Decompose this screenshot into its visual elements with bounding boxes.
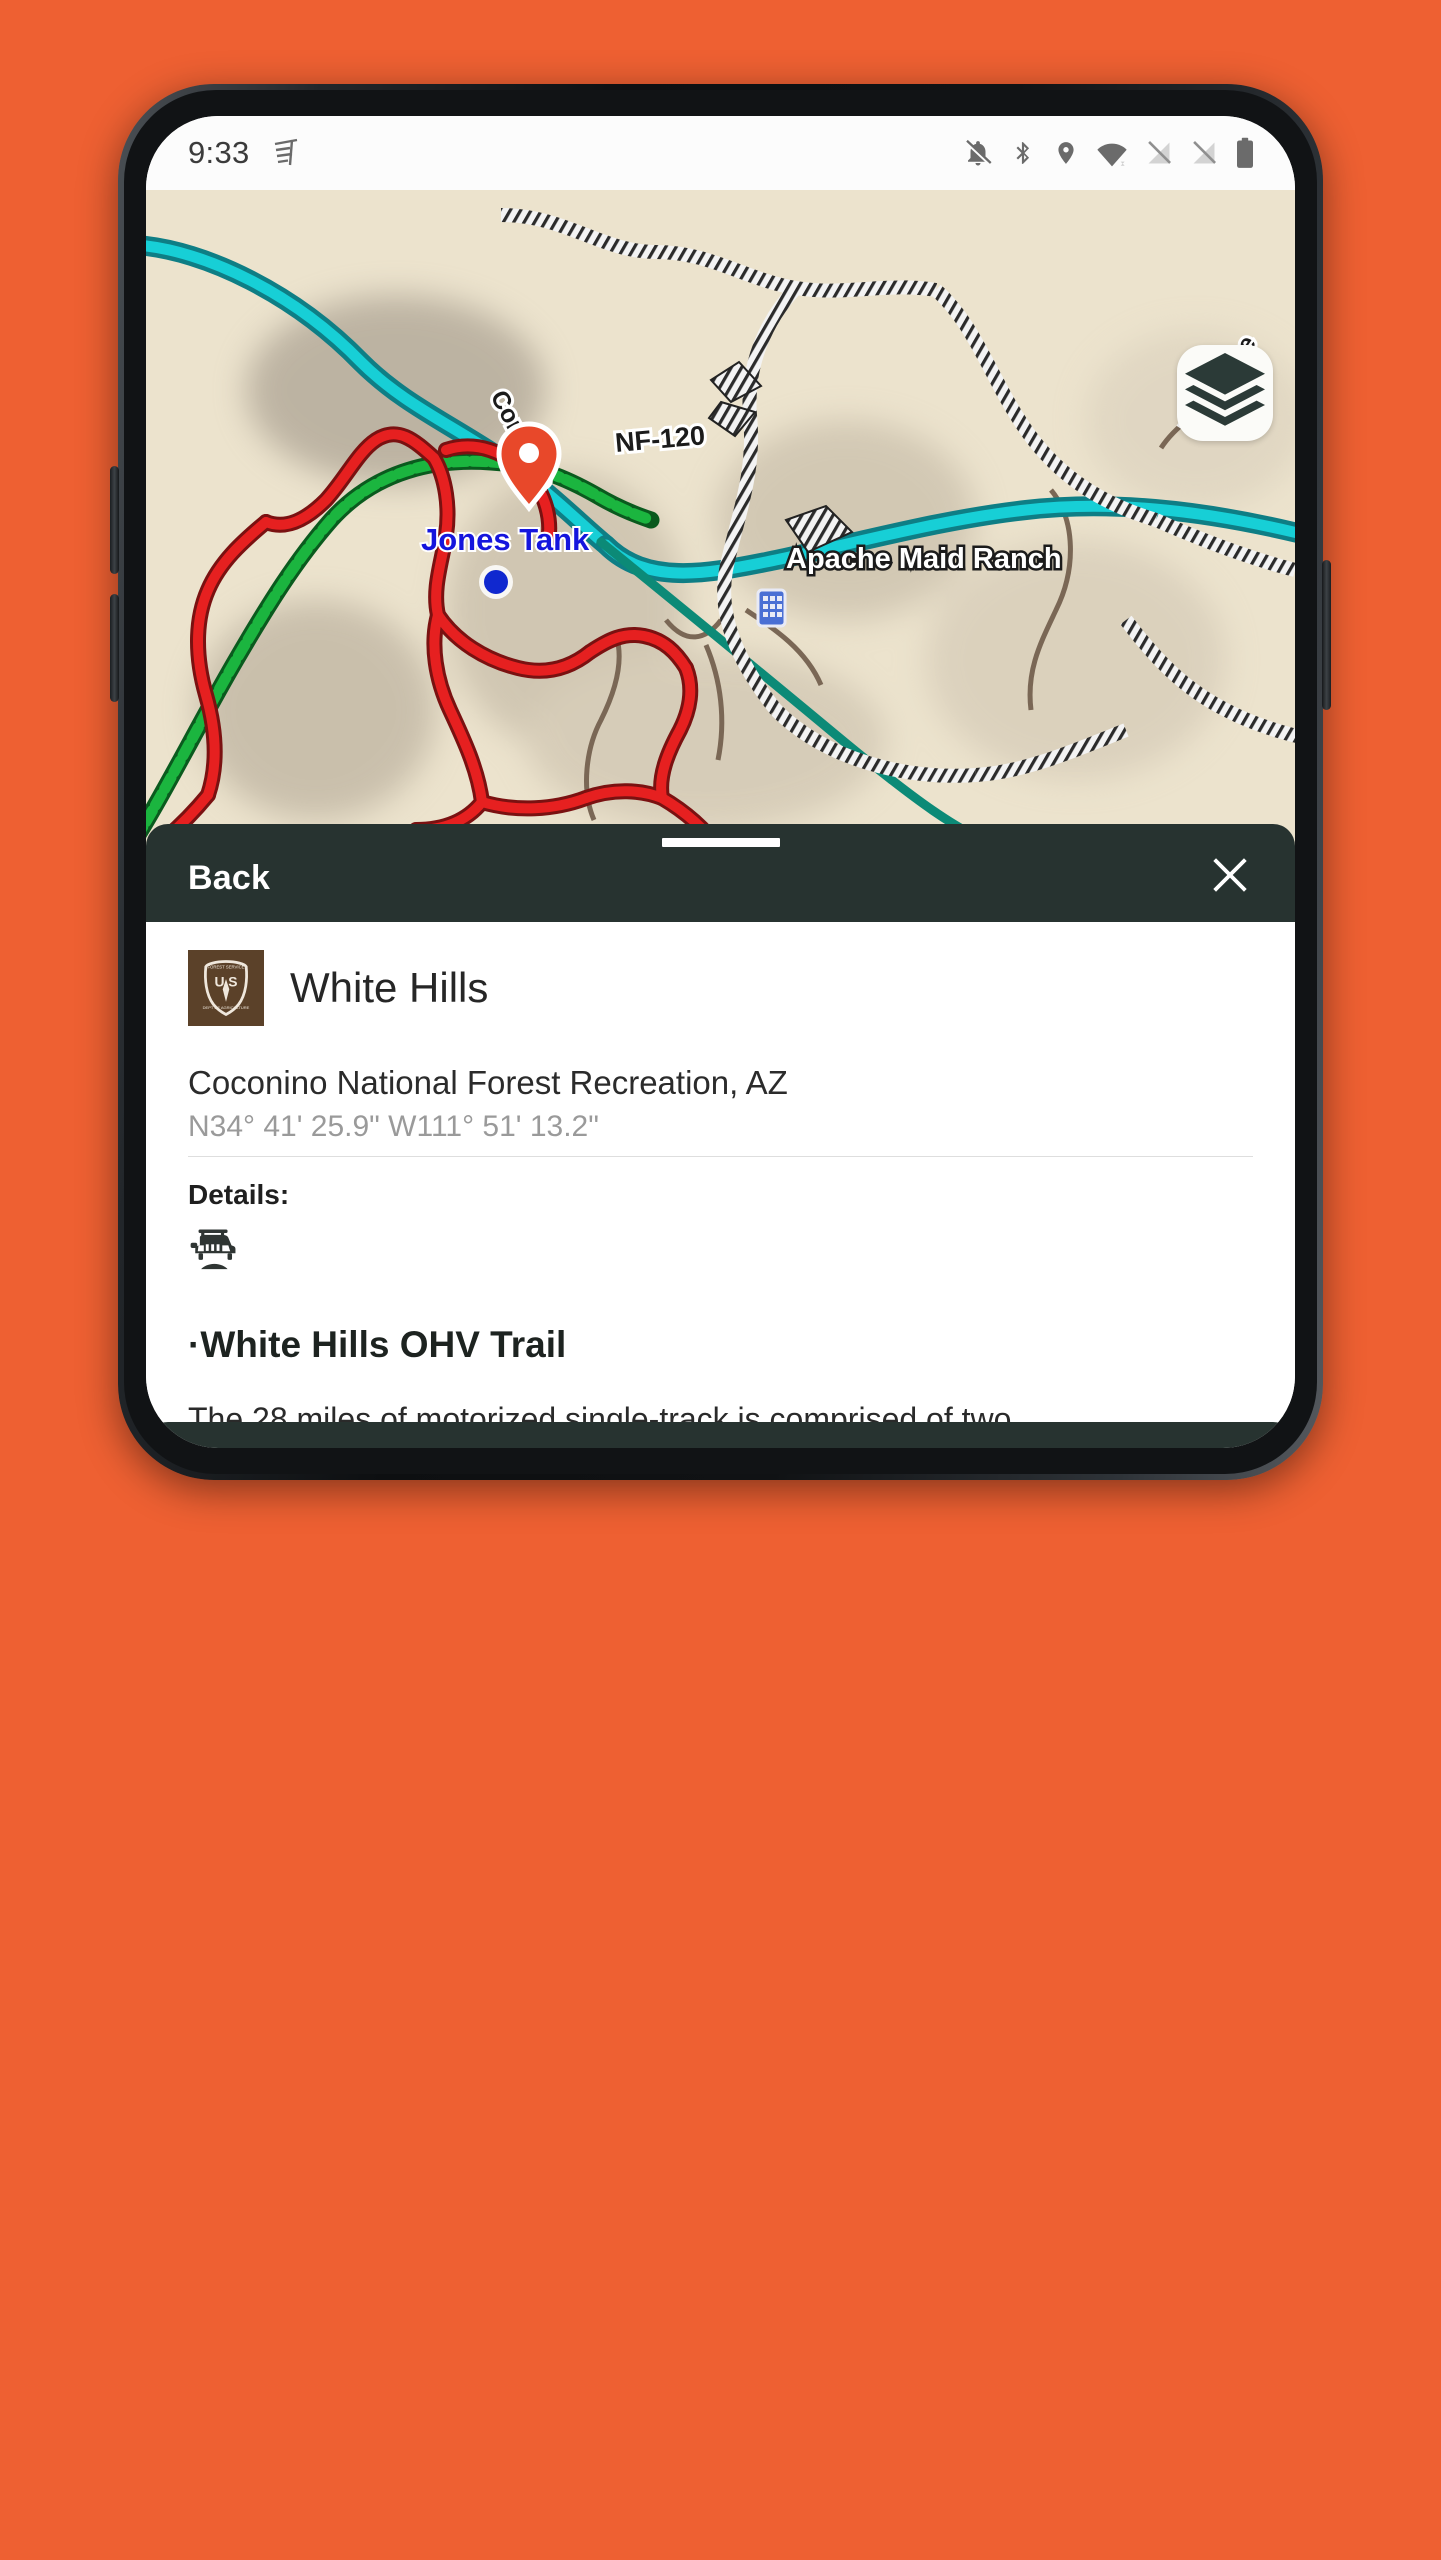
map-vector: Cornville NF-120 Beaverhe Jones Tank Apa… bbox=[146, 190, 1295, 850]
map-layers-button[interactable] bbox=[1177, 345, 1273, 441]
poi-subtitle: Coconino National Forest Recreation, AZ bbox=[188, 1064, 788, 1101]
wifi-icon bbox=[1096, 138, 1128, 168]
power-button[interactable] bbox=[1322, 560, 1331, 710]
close-icon bbox=[1207, 852, 1253, 903]
sheet-drag-handle[interactable] bbox=[661, 838, 780, 847]
vibrate-pattern-icon bbox=[270, 137, 300, 169]
map-canvas[interactable]: Cornville NF-120 Beaverhe Jones Tank Apa… bbox=[146, 190, 1295, 850]
usfs-shield-icon: FOREST SERVICE U S DEPT OF AGRICULTURE bbox=[188, 950, 264, 1026]
trail-name: ·White Hills OHV Trail bbox=[188, 1324, 567, 1365]
details-icon-list bbox=[188, 1225, 1253, 1276]
send-to-device-button[interactable]: Send to Device bbox=[1001, 1446, 1281, 1448]
status-icons bbox=[963, 137, 1255, 169]
location-icon bbox=[1053, 138, 1079, 168]
map-label-apache-maid-ranch: Apache Maid Ranch bbox=[784, 541, 1065, 578]
detail-sheet: Back FOREST SERVICE U S DEPT OF AGRICULT… bbox=[146, 824, 1295, 1448]
svg-text:Apache Maid Ranch: Apache Maid Ranch bbox=[786, 543, 1062, 575]
volume-up-button[interactable] bbox=[110, 466, 119, 574]
poi-coordinates: N34° 41' 25.9" W111° 51' 13.2" bbox=[188, 1110, 1253, 1157]
sheet-body: FOREST SERVICE U S DEPT OF AGRICULTURE W… bbox=[146, 922, 1295, 1422]
flag-add-icon bbox=[272, 1446, 328, 1448]
map-label-jones-tank: Jones Tank bbox=[419, 520, 592, 559]
trail-description: The 28 miles of motorized single-track i… bbox=[188, 1401, 1012, 1422]
mobile-signal-off-2-icon bbox=[1190, 138, 1218, 168]
status-time: 9:33 bbox=[188, 135, 250, 170]
battery-icon bbox=[1235, 137, 1255, 169]
building-icon bbox=[756, 588, 787, 628]
svg-text:Jones Tank: Jones Tank bbox=[421, 522, 590, 557]
phone-screen: 9:33 NF-120 Jones Tank Apache Maid Ranch… bbox=[146, 116, 1295, 1448]
status-bar: 9:33 bbox=[146, 116, 1295, 190]
bluetooth-icon bbox=[1010, 138, 1036, 168]
back-button[interactable]: Back bbox=[188, 859, 270, 898]
close-button[interactable] bbox=[1207, 854, 1253, 900]
route-pins-icon bbox=[552, 1446, 608, 1448]
offroad-vehicle-icon bbox=[188, 1225, 246, 1276]
more-info-button[interactable]: More Info bbox=[721, 1446, 1001, 1448]
poi-title-row: FOREST SERVICE U S DEPT OF AGRICULTURE W… bbox=[188, 950, 1253, 1026]
create-route-button[interactable]: Create Route bbox=[440, 1446, 720, 1448]
volume-down-button[interactable] bbox=[110, 594, 119, 702]
save-waypoint-button[interactable]: Save Waypoint bbox=[160, 1446, 440, 1448]
mobile-signal-off-icon bbox=[1145, 138, 1173, 168]
globe-icon bbox=[833, 1446, 889, 1448]
svg-text:DEPT OF AGRICULTURE: DEPT OF AGRICULTURE bbox=[203, 1005, 250, 1010]
current-location-dot bbox=[479, 565, 513, 599]
sheet-header: Back bbox=[146, 824, 1295, 922]
svg-text:FOREST SERVICE: FOREST SERVICE bbox=[207, 964, 244, 969]
page-title: White Hills bbox=[290, 964, 489, 1011]
send-navigate-icon bbox=[1112, 1446, 1170, 1448]
details-label: Details: bbox=[188, 1179, 290, 1210]
notifications-off-icon bbox=[963, 138, 993, 168]
action-bar: Save Waypoint bbox=[146, 1422, 1295, 1448]
